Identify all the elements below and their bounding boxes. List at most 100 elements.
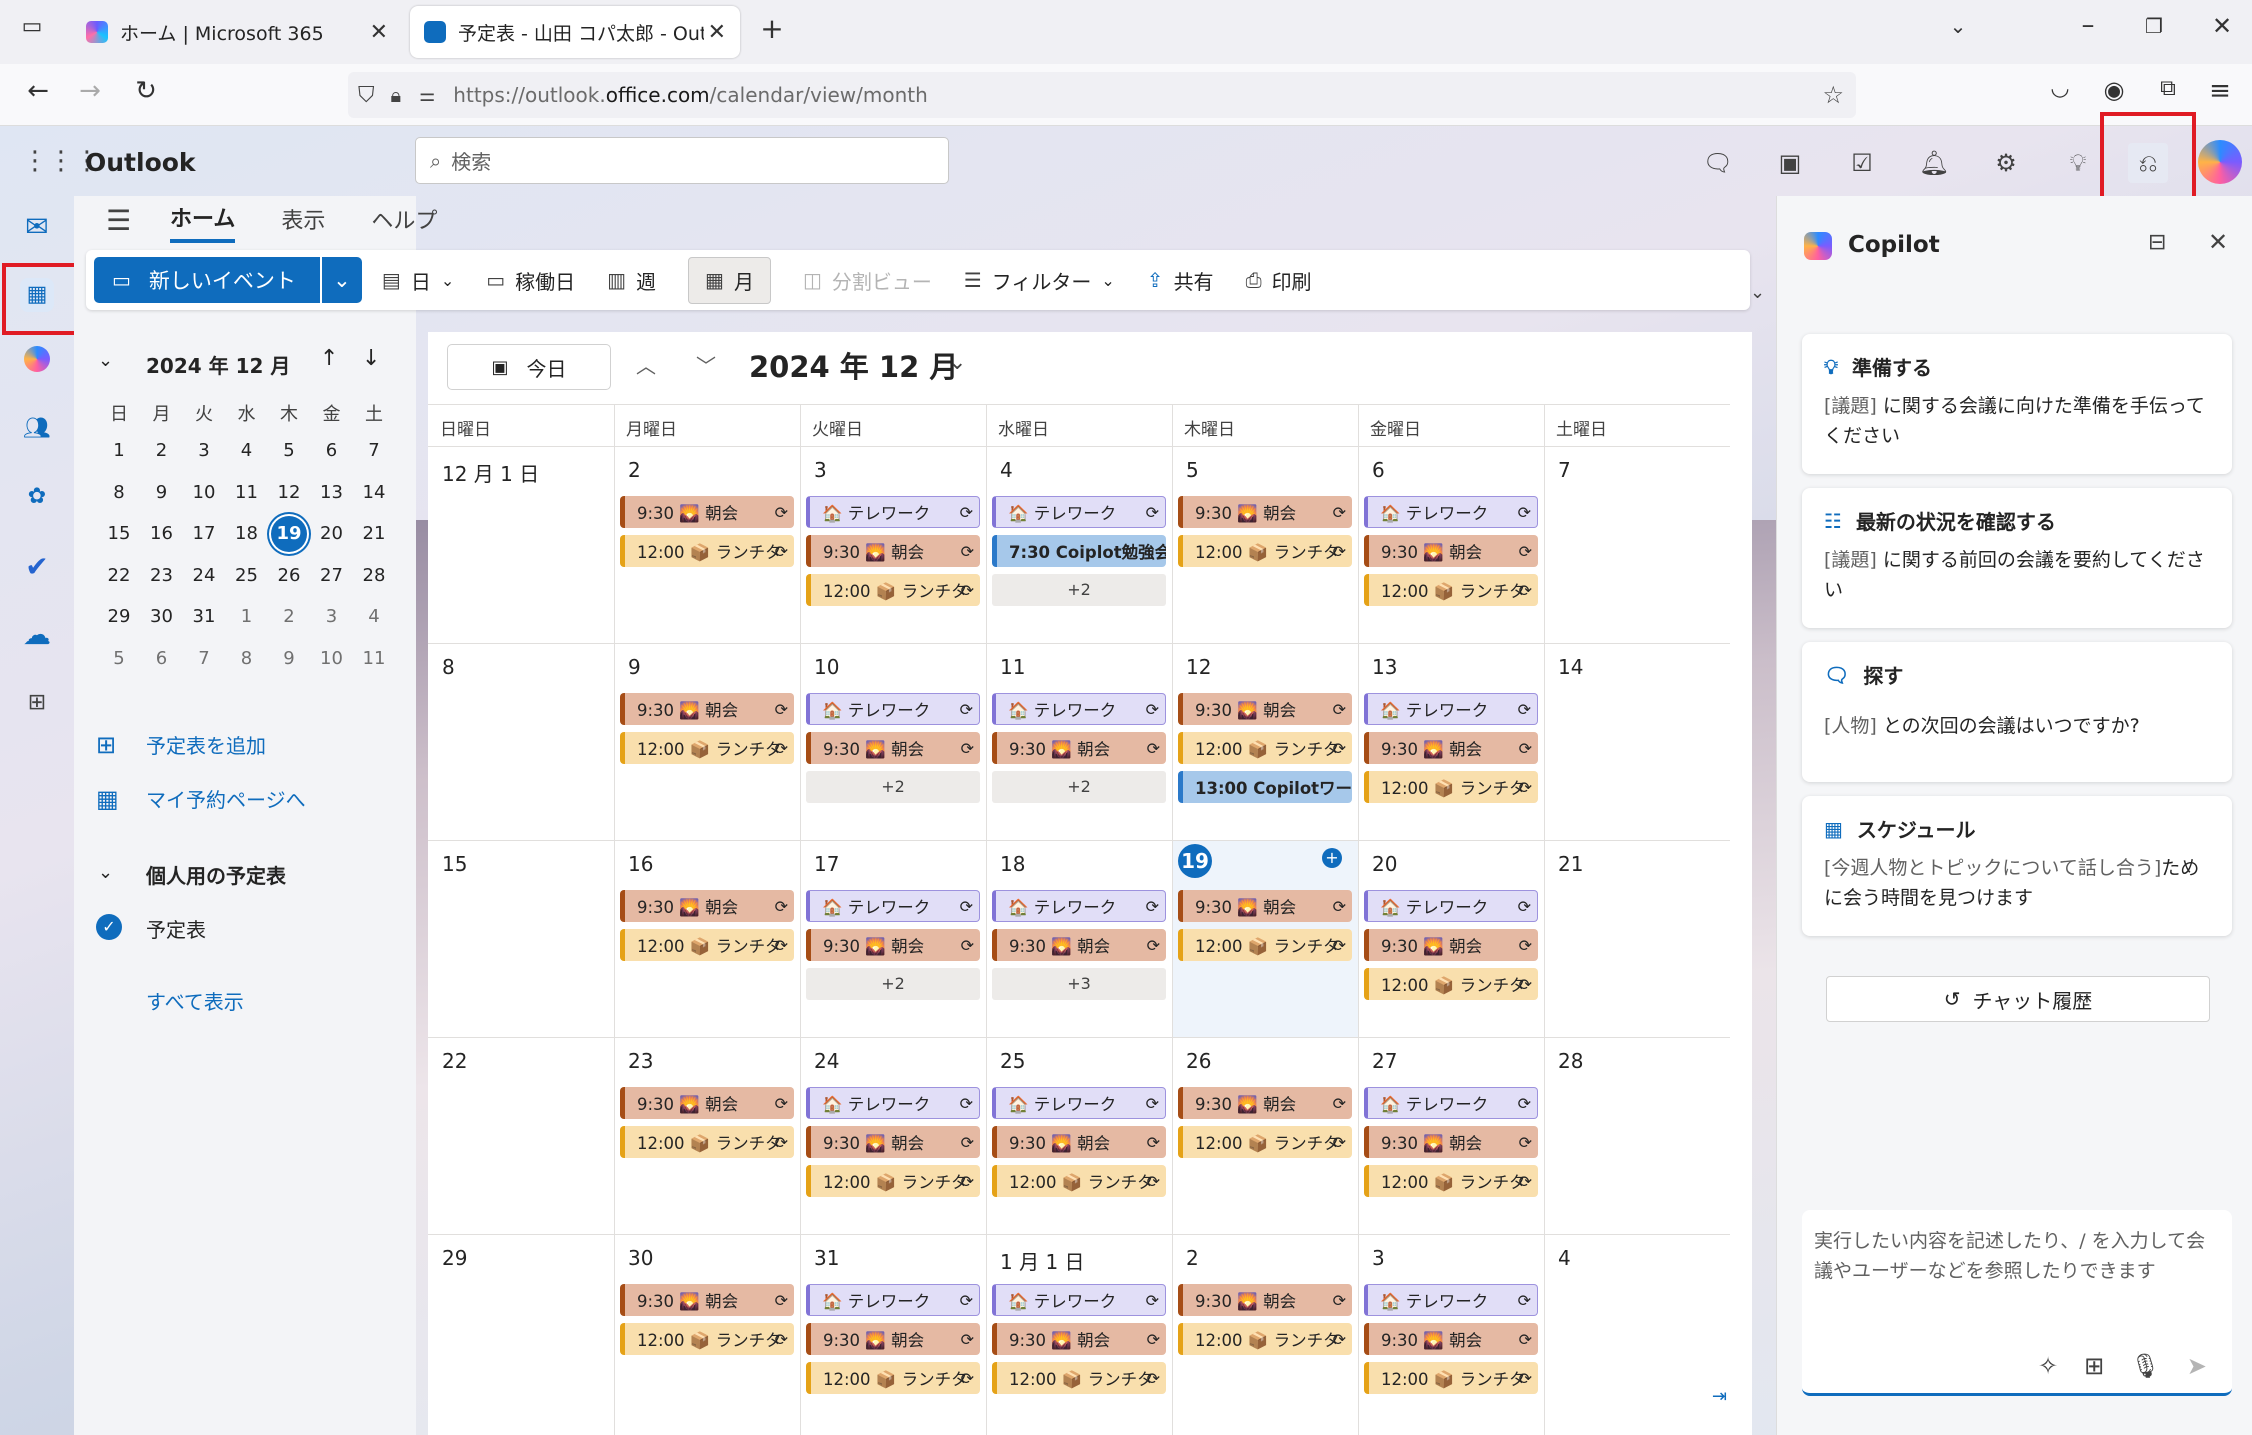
day-number[interactable]: 3 bbox=[1372, 1246, 1385, 1270]
prompt-card-find[interactable]: 🗨︎ 探す [人物] との次回の会議はいつですか? bbox=[1802, 642, 2232, 782]
close-tab-icon[interactable]: ✕ bbox=[703, 19, 726, 45]
mini-cal-day[interactable]: 3 bbox=[183, 440, 225, 461]
event-lunch[interactable]: 12:00 📦 ランチタ ⟳ bbox=[1364, 771, 1538, 803]
tab-list-chevron-icon[interactable]: ⌄ bbox=[1940, 14, 1976, 38]
event-lunch[interactable]: 12:00 📦 ランチタ ⟳ bbox=[620, 1126, 794, 1158]
event-telework[interactable]: 🏠 テレワーク ⟳ bbox=[806, 693, 980, 725]
mini-cal-day[interactable]: 4 bbox=[353, 606, 395, 627]
mini-cal-day[interactable]: 7 bbox=[353, 440, 395, 461]
close-window-icon[interactable]: ✕ bbox=[2204, 12, 2240, 40]
day-number[interactable]: 23 bbox=[628, 1049, 653, 1073]
event-telework[interactable]: 🏠 テレワーク ⟳ bbox=[806, 1087, 980, 1119]
mini-cal-day[interactable]: 26 bbox=[268, 565, 310, 586]
event-morning-meeting[interactable]: 9:30 🌄 朝会 ⟳ bbox=[620, 1284, 794, 1316]
day-number[interactable]: 5 bbox=[1186, 458, 1199, 482]
feedback-icon[interactable]: 🗨︎ bbox=[1698, 143, 1738, 183]
day-number[interactable]: 26 bbox=[1186, 1049, 1211, 1073]
day-number[interactable]: 16 bbox=[628, 852, 653, 876]
todo-icon[interactable]: ✔ bbox=[20, 550, 54, 584]
tab-home[interactable]: ホーム bbox=[170, 201, 236, 243]
day-number[interactable]: 18 bbox=[1000, 852, 1025, 876]
my-day-icon[interactable]: ☑ bbox=[1842, 143, 1882, 183]
mini-cal-day[interactable]: 9 bbox=[268, 648, 310, 669]
event-lunch[interactable]: 12:00 📦 ランチタ ⟳ bbox=[992, 1362, 1166, 1394]
tab-view[interactable]: 表示 bbox=[281, 203, 325, 241]
event-morning-meeting[interactable]: 9:30 🌄 朝会 ⟳ bbox=[806, 1126, 980, 1158]
mini-cal-day[interactable]: 10 bbox=[311, 648, 353, 669]
day-number[interactable]: 20 bbox=[1372, 852, 1397, 876]
menu-icon[interactable]: ≡ bbox=[2202, 76, 2238, 106]
week-view-button[interactable]: ▥ 週 bbox=[607, 266, 656, 295]
month-picker-chevron-icon[interactable]: ⌄ bbox=[948, 350, 966, 375]
microphone-icon[interactable]: 🎙︎ bbox=[2130, 1351, 2160, 1381]
event-lunch[interactable]: 12:00 📦 ランチタ ⟳ bbox=[1178, 1323, 1352, 1355]
account-icon[interactable]: ◉ bbox=[2096, 76, 2132, 104]
mini-cal-day[interactable]: 7 bbox=[183, 648, 225, 669]
day-number[interactable]: 11 bbox=[1000, 655, 1025, 679]
event-lunch[interactable]: 12:00 📦 ランチタ ⟳ bbox=[620, 929, 794, 961]
day-number[interactable]: 7 bbox=[1558, 458, 1571, 482]
tab-help[interactable]: ヘルプ bbox=[371, 203, 437, 241]
mini-cal-day[interactable]: 19 bbox=[271, 516, 307, 552]
mini-cal-day[interactable]: 1 bbox=[98, 440, 140, 461]
add-calendar-link[interactable]: ⊞ 予定表を追加 bbox=[96, 730, 266, 759]
mini-cal-day[interactable]: 23 bbox=[141, 565, 183, 586]
reload-icon[interactable]: ↻ bbox=[128, 76, 164, 106]
mini-cal-day[interactable]: 11 bbox=[353, 648, 395, 669]
day-number[interactable]: 12 bbox=[1186, 655, 1211, 679]
event-telework[interactable]: 🏠 テレワーク ⟳ bbox=[992, 1284, 1166, 1316]
day-number[interactable]: 29 bbox=[442, 1246, 467, 1270]
day-number[interactable]: 28 bbox=[1558, 1049, 1583, 1073]
event-morning-meeting[interactable]: 9:30 🌄 朝会 ⟳ bbox=[806, 732, 980, 764]
event-morning-meeting[interactable]: 9:30 🌄 朝会 ⟳ bbox=[1178, 693, 1352, 725]
mini-cal-next-icon[interactable]: ↓ bbox=[362, 346, 380, 371]
event-morning-meeting[interactable]: 9:30 🌄 朝会 ⟳ bbox=[1364, 732, 1538, 764]
day-number[interactable]: 6 bbox=[1372, 458, 1385, 482]
event-telework[interactable]: 🏠 テレワーク ⟳ bbox=[806, 496, 980, 528]
event-morning-meeting[interactable]: 9:30 🌄 朝会 ⟳ bbox=[992, 1126, 1166, 1158]
day-number[interactable]: 30 bbox=[628, 1246, 653, 1270]
event-morning-meeting[interactable]: 9:30 🌄 朝会 ⟳ bbox=[620, 496, 794, 528]
mini-cal-day[interactable]: 1 bbox=[226, 606, 268, 627]
event-morning-meeting[interactable]: 9:30 🌄 朝会 ⟳ bbox=[992, 929, 1166, 961]
forward-icon[interactable]: → bbox=[72, 76, 108, 106]
mini-cal-day[interactable]: 29 bbox=[98, 606, 140, 627]
extensions-icon[interactable]: ⧉ bbox=[2150, 76, 2186, 101]
mini-cal-day[interactable]: 20 bbox=[311, 523, 353, 544]
people-icon[interactable]: 👥︎ bbox=[20, 412, 54, 446]
day-number[interactable]: 17 bbox=[814, 852, 839, 876]
event-copilot-work[interactable]: 13:00 Copilotワーク: bbox=[1178, 771, 1352, 803]
mini-cal-day[interactable]: 8 bbox=[226, 648, 268, 669]
event-telework[interactable]: 🏠 テレワーク ⟳ bbox=[1364, 1087, 1538, 1119]
close-pane-icon[interactable]: ✕ bbox=[2208, 228, 2228, 256]
mini-cal-day[interactable]: 30 bbox=[141, 606, 183, 627]
day-number[interactable]: 2 bbox=[628, 458, 641, 482]
browser-tab-m365[interactable]: ホーム | Microsoft 365 ✕ bbox=[72, 6, 402, 58]
event-morning-meeting[interactable]: 9:30 🌄 朝会 ⟳ bbox=[1364, 1126, 1538, 1158]
event-morning-meeting[interactable]: 9:30 🌄 朝会 ⟳ bbox=[992, 1323, 1166, 1355]
event-telework[interactable]: 🏠 テレワーク ⟳ bbox=[806, 1284, 980, 1316]
event-lunch[interactable]: 12:00 📦 ランチタ ⟳ bbox=[1364, 968, 1538, 1000]
day-number[interactable]: 14 bbox=[1558, 655, 1583, 679]
teams-icon[interactable]: ▣ bbox=[1770, 143, 1810, 183]
event-lunch[interactable]: 12:00 📦 ランチタ ⟳ bbox=[806, 1362, 980, 1394]
mini-cal-day[interactable]: 21 bbox=[353, 523, 395, 544]
new-event-dropdown-icon[interactable]: ⌄ bbox=[322, 268, 362, 292]
copilot-input[interactable]: 実行したい内容を記述したり、/ を入力して会議やユーザーなどを参照したりできます… bbox=[1802, 1210, 2232, 1396]
event-lunch[interactable]: 12:00 📦 ランチタ ⟳ bbox=[806, 1165, 980, 1197]
event-lunch[interactable]: 12:00 📦 ランチタ ⟳ bbox=[992, 1165, 1166, 1197]
prompt-card-schedule[interactable]: ▦ スケジュール [今週人物とトピックについて話し合う]ために会う時間を見つけます bbox=[1802, 796, 2232, 936]
minimize-icon[interactable]: – bbox=[2070, 10, 2106, 40]
event-lunch[interactable]: 12:00 📦 ランチタ ⟳ bbox=[1178, 1126, 1352, 1158]
mini-cal-day[interactable]: 12 bbox=[268, 482, 310, 503]
mini-cal-day[interactable]: 27 bbox=[311, 565, 353, 586]
next-month-icon[interactable]: ﹀ bbox=[696, 350, 716, 379]
day-number[interactable]: 24 bbox=[814, 1049, 839, 1073]
day-number[interactable]: 10 bbox=[814, 655, 839, 679]
event-lunch[interactable]: 12:00 📦 ランチタ ⟳ bbox=[1178, 732, 1352, 764]
event-telework[interactable]: 🏠 テレワーク ⟳ bbox=[992, 496, 1166, 528]
event-lunch[interactable]: 12:00 📦 ランチタ ⟳ bbox=[620, 1323, 794, 1355]
month-view-button[interactable]: ▦ 月 bbox=[688, 256, 771, 304]
mini-cal-day[interactable]: 3 bbox=[311, 606, 353, 627]
tab-overview-icon[interactable]: ▭ bbox=[14, 14, 50, 39]
